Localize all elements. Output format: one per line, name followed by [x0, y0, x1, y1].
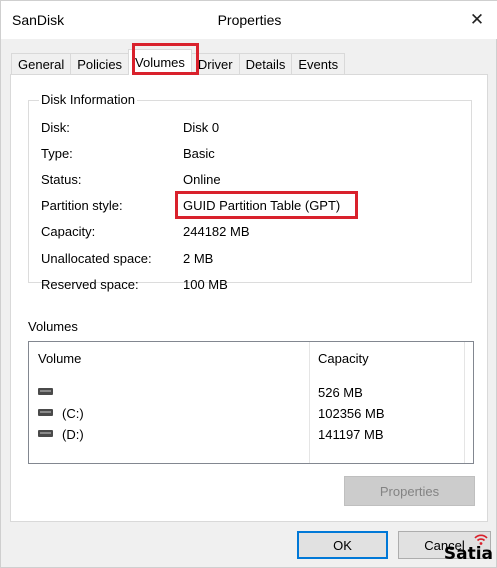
capacity-label: Capacity: — [41, 224, 96, 239]
close-icon[interactable]: ✕ — [464, 9, 490, 31]
volumes-list[interactable]: Volume Capacity 526 MB (C:) 102356 MB (D… — [28, 341, 474, 464]
column-header-capacity[interactable]: Capacity — [318, 351, 369, 366]
partition-style-value: GUID Partition Table (GPT) — [183, 198, 341, 213]
unallocated-row: Unallocated space: 2 MB — [41, 251, 461, 271]
unallocated-value: 2 MB — [183, 251, 214, 266]
volume-capacity: 526 MB — [318, 385, 363, 400]
type-value: Basic — [183, 146, 215, 161]
type-row: Type: Basic — [41, 146, 461, 166]
list-item[interactable]: (D:) 141197 MB — [29, 425, 473, 445]
tab-strip: General Policies Volumes Driver Details … — [11, 49, 346, 75]
volume-name: (D:) — [62, 427, 84, 442]
capacity-row: Capacity: 244182 MB — [41, 224, 461, 244]
properties-window: SanDisk Properties ✕ General Policies Vo… — [0, 0, 497, 568]
window-title: Properties — [217, 12, 282, 28]
reserved-label: Reserved space: — [41, 277, 139, 292]
list-item[interactable]: 526 MB — [29, 383, 473, 403]
title-bar: SanDisk Properties ✕ — [1, 1, 497, 39]
partition-style-label: Partition style: — [41, 198, 123, 213]
disk-row: Disk: Disk 0 — [41, 120, 461, 140]
volume-name: (C:) — [62, 406, 84, 421]
reserved-value: 100 MB — [183, 277, 228, 292]
volume-capacity: 102356 MB — [318, 406, 385, 421]
status-label: Status: — [41, 172, 82, 187]
volumes-list-header: Volume Capacity — [29, 342, 473, 366]
tab-details[interactable]: Details — [238, 53, 293, 75]
status-row: Status: Online — [41, 172, 461, 192]
ok-button[interactable]: OK — [297, 531, 388, 559]
reserved-row: Reserved space: 100 MB — [41, 277, 461, 297]
tab-volumes[interactable]: Volumes — [128, 49, 192, 75]
disk-information-title: Disk Information — [39, 92, 137, 107]
disk-value: Disk 0 — [183, 120, 220, 135]
tab-general[interactable]: General — [11, 53, 72, 75]
tab-events[interactable]: Events — [291, 53, 346, 75]
drive-icon — [38, 388, 53, 395]
type-label: Type: — [41, 146, 73, 161]
disk-label: Disk: — [41, 120, 70, 135]
drive-icon — [38, 409, 53, 416]
volume-properties-button[interactable]: Properties — [344, 476, 475, 506]
list-item[interactable]: (C:) 102356 MB — [29, 404, 473, 424]
status-value: Online — [183, 172, 221, 187]
column-header-volume[interactable]: Volume — [38, 351, 81, 366]
drive-icon — [38, 430, 53, 437]
volume-capacity: 141197 MB — [318, 427, 384, 442]
volumes-section-label: Volumes — [28, 319, 78, 334]
watermark-logo: Satia — [443, 544, 493, 564]
capacity-value: 244182 MB — [183, 224, 250, 239]
volumes-panel: Disk Information Disk: Disk 0 Type: Basi… — [10, 74, 488, 522]
unallocated-label: Unallocated space: — [41, 251, 152, 266]
tab-driver[interactable]: Driver — [190, 53, 240, 75]
tab-policies[interactable]: Policies — [70, 53, 130, 75]
partition-style-row: Partition style: GUID Partition Table (G… — [41, 198, 461, 218]
